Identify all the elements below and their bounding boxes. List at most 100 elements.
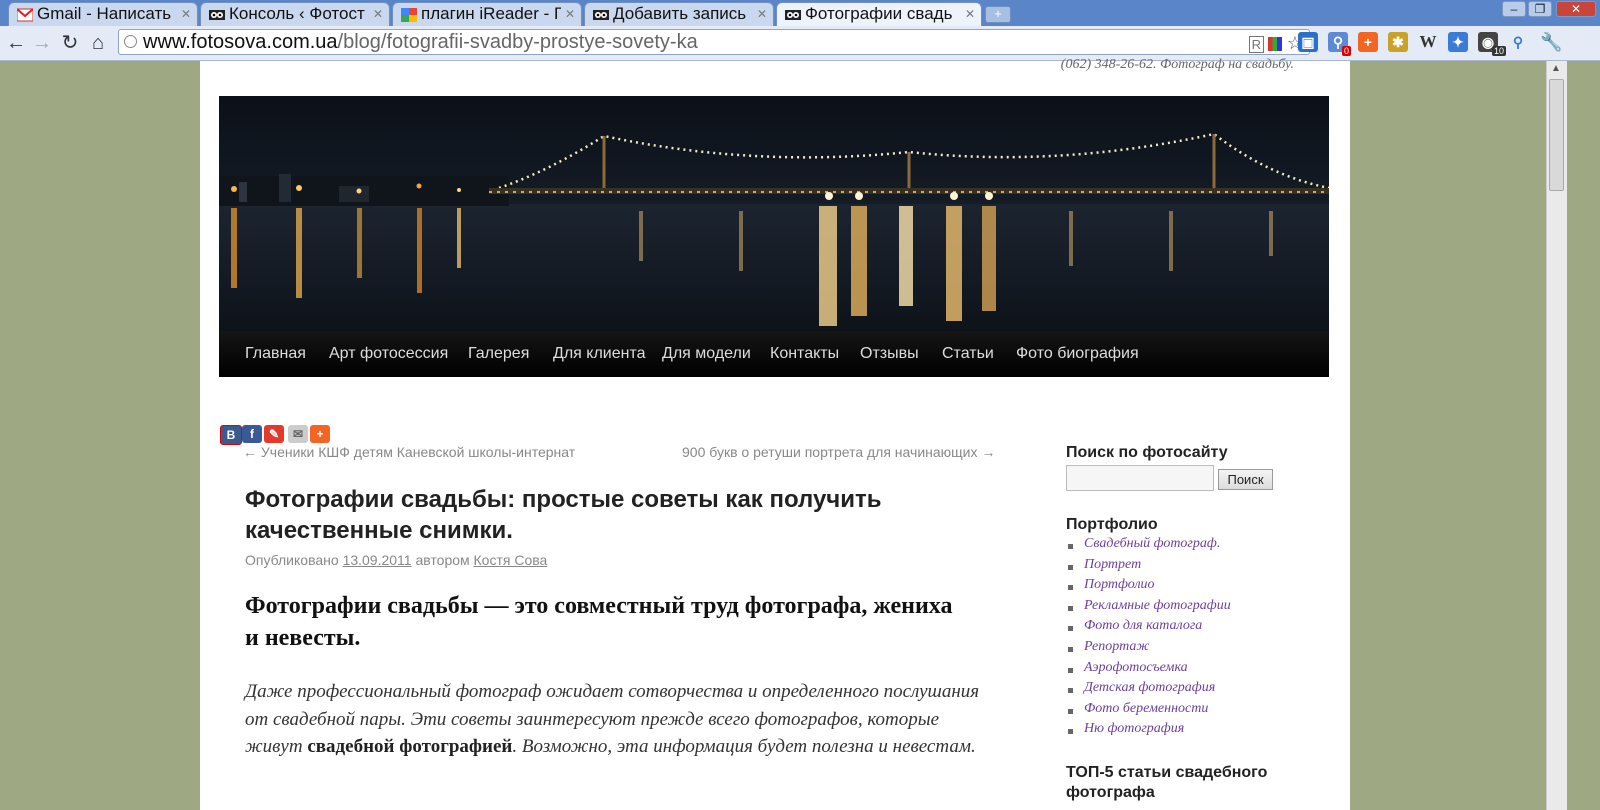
new-tab-button[interactable]: + xyxy=(985,6,1011,23)
gmail-icon xyxy=(17,8,33,22)
post-author-link[interactable]: Костя Сова xyxy=(474,552,548,568)
post-title: Фотографии свадьбы: простые советы как п… xyxy=(245,486,882,544)
next-post-link[interactable]: 900 букв о ретуши портрета для начинающи… xyxy=(682,444,995,460)
minimize-icon[interactable]: – xyxy=(1502,1,1526,17)
extension-badge: 10 xyxy=(1492,46,1507,56)
google-icon xyxy=(401,8,417,22)
color-picker-icon[interactable] xyxy=(1268,37,1283,51)
sidebar-search-input[interactable] xyxy=(1066,465,1214,491)
portfolio-item-label: Портрет xyxy=(1084,556,1142,572)
portfolio-item-label: Свадебный фотограф. xyxy=(1084,536,1221,551)
reload-icon[interactable]: ↻ xyxy=(58,31,82,55)
vertical-scrollbar[interactable]: ▲ xyxy=(1546,61,1567,810)
wikipedia-icon[interactable]: W xyxy=(1418,32,1438,52)
portfolio-item[interactable]: Рекламные фотографии xyxy=(1068,598,1231,619)
nav-item-for-client[interactable]: Для клиента xyxy=(553,345,646,363)
share-facebook-button[interactable]: f xyxy=(242,425,262,443)
portfolio-item[interactable]: Аэрофотосъемка xyxy=(1068,660,1231,681)
nav-item-gallery[interactable]: Галерея xyxy=(468,345,529,363)
meta-by-label: автором xyxy=(415,552,470,568)
owl-icon xyxy=(593,10,609,20)
sidebar-top5-title: ТОП-5 статьи свадебного фотографа xyxy=(1066,764,1268,801)
tab-console[interactable]: Консоль ‹ Фотост ✕ xyxy=(200,2,390,26)
header-image xyxy=(219,96,1329,331)
sidebar-search-button[interactable]: Поиск xyxy=(1218,469,1273,490)
address-bar[interactable]: www.fotosova.com.ua/blog/fotografii-svad… xyxy=(118,29,1310,55)
browser-tab-strip: Gmail - Написать ✕ Консоль ‹ Фотост ✕ пл… xyxy=(0,0,1600,26)
meta-published-label: Опубликовано xyxy=(245,552,339,568)
post-meta: Опубликовано 13.09.2011 автором Костя Со… xyxy=(245,552,547,568)
url-text[interactable]: www.fotosova.com.ua/blog/fotografii-svad… xyxy=(143,31,698,54)
portfolio-item[interactable]: Ню фотография xyxy=(1068,721,1231,742)
portfolio-item[interactable]: Репортаж xyxy=(1068,639,1231,660)
portfolio-item[interactable]: Портфолио xyxy=(1068,577,1231,598)
home-icon[interactable]: ⌂ xyxy=(86,31,110,55)
tab-label: Консоль ‹ Фотост xyxy=(229,4,365,23)
puzzle-extension-icon[interactable]: ✦ xyxy=(1448,32,1468,52)
ireader-icon[interactable]: R xyxy=(1248,36,1264,53)
scroll-up-arrow-icon[interactable]: ▲ xyxy=(1551,63,1561,74)
portfolio-item-label: Фото беременности xyxy=(1084,700,1209,716)
portfolio-item[interactable]: Фото для каталога xyxy=(1068,618,1231,639)
post-lead-heading: Фотографии свадьбы — это совместный труд… xyxy=(245,593,953,651)
extension-badge: 0 xyxy=(1342,46,1352,56)
owl-icon xyxy=(785,10,801,20)
nav-item-home[interactable]: Главная xyxy=(245,345,306,363)
wrench-icon[interactable]: 🔧 xyxy=(1540,32,1562,52)
tab-label: Фотографии свадь xyxy=(805,4,953,23)
portfolio-item-label: Фото для каталога xyxy=(1084,618,1203,634)
portfolio-item-label: Портфолио xyxy=(1084,577,1155,593)
nav-item-reviews[interactable]: Отзывы xyxy=(860,345,919,363)
tab-label: плагин iReader - Г xyxy=(421,4,561,23)
portfolio-item[interactable]: Фото беременности xyxy=(1068,701,1231,722)
forward-arrow-icon[interactable]: → xyxy=(30,31,54,55)
post-date-link[interactable]: 13.09.2011 xyxy=(343,552,412,568)
tab-gmail[interactable]: Gmail - Написать ✕ xyxy=(8,2,198,26)
portfolio-item-label: Ню фотография xyxy=(1084,721,1185,737)
nav-item-for-model[interactable]: Для модели xyxy=(662,345,751,363)
tab-ireader[interactable]: плагин iReader - Г ✕ xyxy=(392,2,582,26)
scrollbar-thumb[interactable] xyxy=(1549,79,1564,191)
tab-wedding-photos[interactable]: Фотографии свадь ✕ xyxy=(776,2,982,26)
url-domain: www.fotosova.com.ua xyxy=(143,31,338,53)
previous-post-link[interactable]: ← Ученики КШФ детям Каневской школы-инте… xyxy=(243,444,575,460)
share-livejournal-button[interactable]: ✎ xyxy=(264,425,284,443)
nav-item-photo-biography[interactable]: Фото биография xyxy=(1016,345,1139,363)
share-more-button[interactable]: + xyxy=(310,425,330,443)
nav-item-articles[interactable]: Статьи xyxy=(942,345,994,363)
tab-close-icon[interactable]: ✕ xyxy=(965,7,975,21)
portfolio-item[interactable]: Свадебный фотограф. xyxy=(1068,536,1231,557)
portfolio-list: Свадебный фотограф. Портрет Портфолио Ре… xyxy=(1068,536,1231,742)
url-path: /blog/fotografii-svadby-prostye-sovety-k… xyxy=(337,31,698,53)
window-close-icon[interactable]: ✕ xyxy=(1556,1,1596,17)
paragraph-bold-text: свадебной фотографией xyxy=(307,736,513,757)
tab-label: Gmail - Написать xyxy=(37,4,172,23)
search-extension-icon[interactable]: ⚲ xyxy=(1508,32,1528,52)
share-email-button[interactable]: ✉ xyxy=(288,425,308,443)
tab-close-icon[interactable]: ✕ xyxy=(565,7,575,21)
address-bar-actions: R ☆ xyxy=(1248,33,1303,54)
gear-extension-icon[interactable]: ✱ xyxy=(1388,32,1408,52)
site-tagline: (062) 348-26-62. Фотограф на свадьбу. xyxy=(1060,57,1294,72)
tab-close-icon[interactable]: ✕ xyxy=(181,7,191,21)
bridge-night-photo xyxy=(219,96,1329,331)
addthis-extension-icon[interactable]: + xyxy=(1358,32,1378,52)
sidebar-portfolio-title: Портфолио xyxy=(1066,516,1158,533)
maximize-icon[interactable]: ❐ xyxy=(1528,1,1552,17)
nav-item-contacts[interactable]: Контакты xyxy=(770,345,839,363)
tab-close-icon[interactable]: ✕ xyxy=(373,7,383,21)
owl-icon xyxy=(209,10,225,20)
portfolio-item-label: Детская фотография xyxy=(1084,680,1216,696)
tab-add-post[interactable]: Добавить запись ✕ xyxy=(584,2,774,26)
portfolio-item-label: Репортаж xyxy=(1084,638,1150,654)
back-arrow-icon[interactable]: ← xyxy=(4,31,28,55)
tab-close-icon[interactable]: ✕ xyxy=(757,7,767,21)
share-vkontakte-button[interactable]: B xyxy=(220,425,242,445)
portfolio-item[interactable]: Детская фотография xyxy=(1068,680,1231,701)
page-info-icon[interactable] xyxy=(124,35,137,48)
portfolio-item-label: Аэрофотосъемка xyxy=(1084,659,1188,675)
paragraph-text-end: . Возможно, эта информация будет полезна… xyxy=(512,736,976,757)
screenshot-extension-icon[interactable]: ▣ xyxy=(1298,32,1318,52)
nav-item-art-photoshoot[interactable]: Арт фотосессия xyxy=(329,345,448,363)
portfolio-item[interactable]: Портрет xyxy=(1068,557,1231,578)
